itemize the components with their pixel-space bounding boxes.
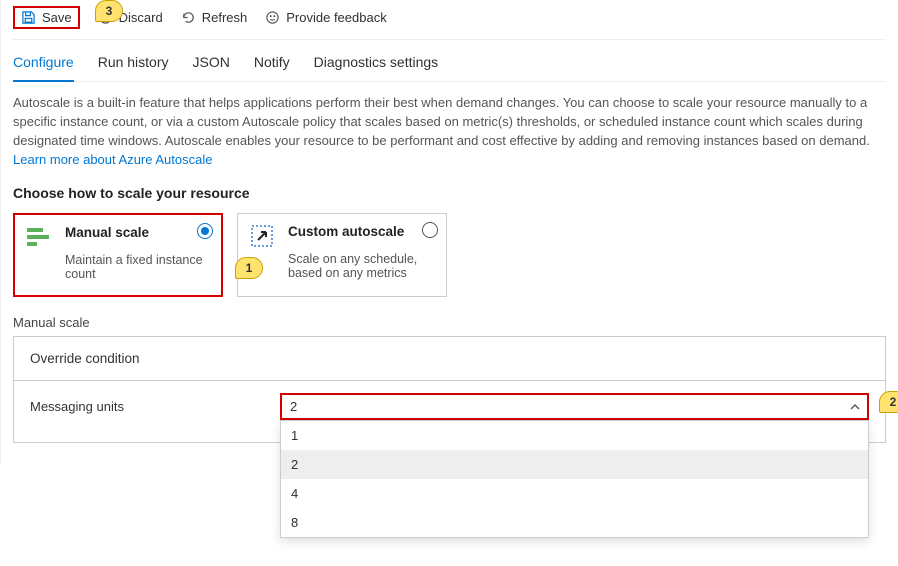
messaging-units-dropdown[interactable]: 2 — [280, 393, 869, 420]
choose-title: Choose how to scale your resource — [13, 185, 886, 201]
option-4[interactable]: 4 — [281, 479, 868, 508]
save-icon — [21, 10, 36, 25]
tab-run-history[interactable]: Run history — [98, 48, 169, 81]
tab-configure[interactable]: Configure — [13, 48, 74, 82]
card-custom-sub: Scale on any schedule, based on any metr… — [288, 252, 434, 280]
dropdown-value: 2 — [290, 399, 297, 414]
card-manual-sub: Maintain a fixed instance count — [65, 253, 209, 281]
smiley-icon — [265, 10, 280, 25]
card-manual-scale[interactable]: Manual scale Maintain a fixed instance c… — [13, 213, 223, 297]
toolbar: Save 3 Discard Refresh Provide feedback — [13, 0, 886, 40]
tab-notify[interactable]: Notify — [254, 48, 290, 81]
description: Autoscale is a built-in feature that hel… — [13, 82, 873, 175]
option-8[interactable]: 8 — [281, 508, 868, 537]
discard-label: Discard — [119, 10, 163, 25]
messaging-units-label: Messaging units — [30, 399, 280, 414]
feedback-label: Provide feedback — [286, 10, 386, 25]
callout-1: 1 — [235, 257, 263, 279]
custom-autoscale-icon — [250, 224, 278, 248]
option-2[interactable]: 2 — [281, 450, 868, 479]
section-label: Manual scale — [13, 315, 886, 330]
radio-custom[interactable] — [422, 222, 438, 238]
refresh-label: Refresh — [202, 10, 248, 25]
manual-scale-icon — [27, 225, 55, 249]
manual-scale-panel: Override condition Messaging units 2 1 2… — [13, 336, 886, 443]
tab-diagnostics[interactable]: Diagnostics settings — [314, 48, 439, 81]
card-custom-title: Custom autoscale — [288, 224, 404, 239]
callout-3: 3 — [95, 0, 123, 22]
description-text: Autoscale is a built-in feature that hel… — [13, 95, 870, 148]
callout-2: 2 — [879, 391, 898, 413]
card-custom-autoscale[interactable]: Custom autoscale Scale on any schedule, … — [237, 213, 447, 297]
dropdown-options: 1 2 4 8 — [280, 420, 869, 538]
option-1[interactable]: 1 — [281, 421, 868, 450]
scale-cards: Manual scale Maintain a fixed instance c… — [13, 213, 886, 297]
refresh-button[interactable]: Refresh — [181, 10, 248, 25]
save-label: Save — [42, 10, 72, 25]
tab-json[interactable]: JSON — [193, 48, 230, 81]
card-manual-title: Manual scale — [65, 225, 149, 240]
feedback-button[interactable]: Provide feedback — [265, 10, 386, 25]
tabs: Configure Run history JSON Notify Diagno… — [13, 40, 886, 82]
save-button[interactable]: Save — [13, 6, 80, 29]
messaging-units-dropdown-wrap: 2 1 2 4 8 — [280, 393, 869, 420]
learn-more-link[interactable]: Learn more about Azure Autoscale — [13, 152, 212, 167]
panel-header: Override condition — [14, 337, 885, 381]
refresh-icon — [181, 10, 196, 25]
messaging-units-row: Messaging units 2 1 2 4 8 2 — [14, 381, 885, 442]
radio-manual[interactable] — [197, 223, 213, 239]
chevron-up-icon — [849, 401, 861, 413]
